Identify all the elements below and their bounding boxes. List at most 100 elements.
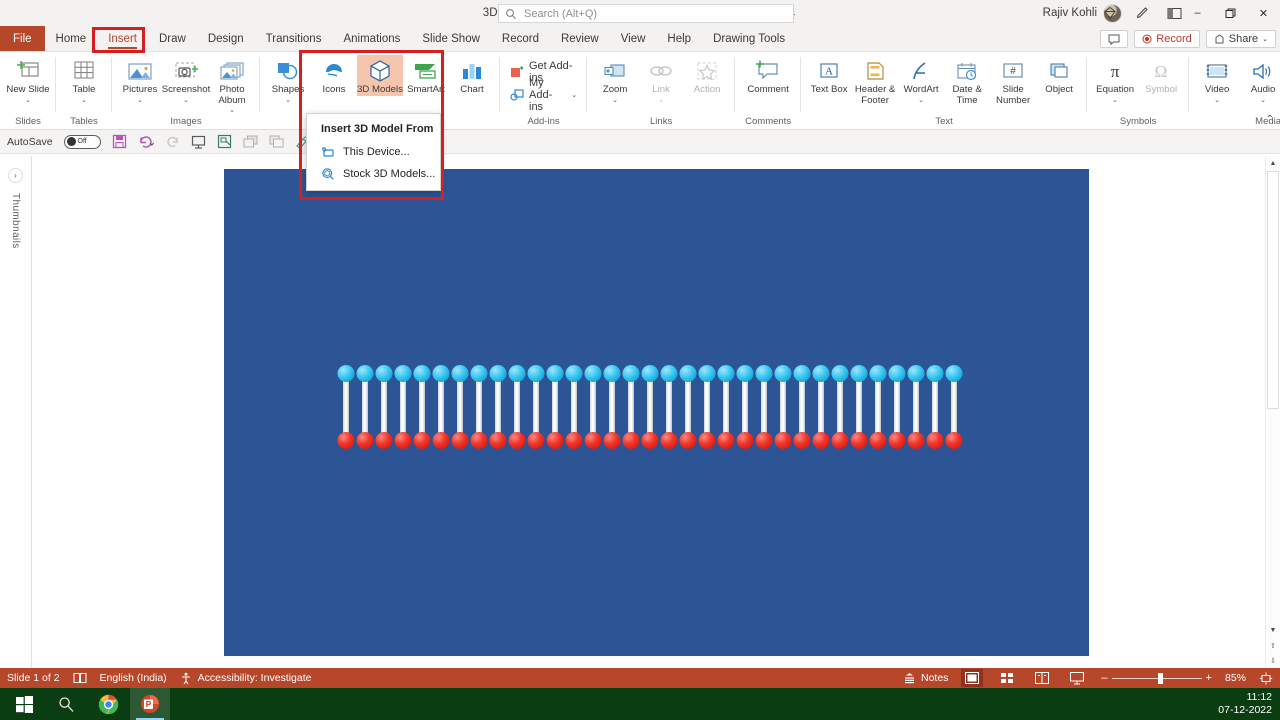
icons-button[interactable]: Icons xyxy=(311,55,357,96)
pen-icon[interactable] xyxy=(1135,6,1149,20)
diamond-icon[interactable] xyxy=(1103,6,1117,20)
photo-album-button[interactable]: Photo Album ⌄ xyxy=(209,55,255,114)
language-indicator[interactable]: English (India) xyxy=(100,672,167,684)
date-time-button[interactable]: Date & Time xyxy=(944,55,990,106)
start-from-current-slide-icon[interactable] xyxy=(217,134,232,149)
chevron-down-icon[interactable]: ⌄ xyxy=(1214,97,1220,104)
comment-button[interactable]: Comment xyxy=(740,55,796,96)
tab-insert[interactable]: Insert xyxy=(97,26,148,51)
zoom-level-label[interactable]: 85% xyxy=(1225,672,1246,684)
audio-button[interactable]: Audio ⌄ xyxy=(1240,55,1280,104)
previous-slide-button[interactable]: ⇧ xyxy=(1266,638,1280,653)
tab-record[interactable]: Record xyxy=(491,26,550,51)
notes-button[interactable]: Notes xyxy=(903,672,948,684)
chart-button[interactable]: Chart xyxy=(449,55,495,96)
chevron-down-icon[interactable]: ⌄ xyxy=(137,97,143,104)
table-button[interactable]: Table ⌄ xyxy=(61,55,107,104)
fit-slide-to-window-icon[interactable] xyxy=(1259,672,1273,685)
chevron-down-icon[interactable]: ⌄ xyxy=(918,97,924,104)
chevron-down-icon[interactable]: ⌄ xyxy=(1112,97,1118,104)
header-footer-button[interactable]: Header & Footer xyxy=(852,55,898,106)
chevron-down-icon[interactable]: ⌄ xyxy=(25,97,31,104)
duplicate-icon[interactable] xyxy=(243,135,258,149)
dropdown-item-this-device[interactable]: This Device... xyxy=(307,141,440,163)
equation-button[interactable]: π Equation ⌄ xyxy=(1092,55,1138,104)
chevron-down-icon[interactable]: ⌄ xyxy=(571,91,577,99)
spell-check-icon[interactable] xyxy=(73,672,87,684)
expand-thumbnails-button[interactable]: › xyxy=(8,168,23,183)
shapes-button[interactable]: Shapes ⌄ xyxy=(265,55,311,104)
link-button[interactable]: Link ⌄ xyxy=(638,55,684,104)
zoom-slider-knob[interactable] xyxy=(1157,672,1163,684)
chevron-down-icon[interactable]: ⌄ xyxy=(81,97,87,104)
chevron-down-icon[interactable]: ⌄ xyxy=(612,97,618,104)
chevron-down-icon[interactable]: ⌄ xyxy=(1260,97,1266,104)
zoom-in-button[interactable]: + xyxy=(1206,672,1212,684)
zoom-slider-track[interactable] xyxy=(1111,672,1202,684)
record-button[interactable]: Record xyxy=(1134,30,1200,48)
vertical-scrollbar[interactable]: ▲ ▼ ⇧ ⇩ xyxy=(1265,156,1280,668)
copy-icon[interactable] xyxy=(269,135,284,149)
new-slide-button[interactable]: New Slide ⌄ xyxy=(5,55,51,104)
zoom-out-button[interactable]: – xyxy=(1101,672,1107,684)
start-button[interactable] xyxy=(4,688,44,720)
chevron-down-icon[interactable]: ⌄ xyxy=(658,97,664,104)
action-button[interactable]: Action xyxy=(684,55,730,96)
ribbon-display-options-icon[interactable] xyxy=(1167,7,1182,20)
chevron-down-icon[interactable]: ⌄ xyxy=(183,97,189,104)
video-button[interactable]: Video ⌄ xyxy=(1194,55,1240,104)
redo-icon[interactable] xyxy=(166,135,180,149)
3d-models-button[interactable]: 3D Models xyxy=(357,55,403,96)
slide-number-button[interactable]: # Slide Number xyxy=(990,55,1036,106)
save-icon[interactable] xyxy=(112,134,127,149)
chrome-taskbar-icon[interactable] xyxy=(88,688,128,720)
tab-slide-show[interactable]: Slide Show xyxy=(411,26,491,51)
start-from-beginning-icon[interactable] xyxy=(191,135,206,149)
zoom-button[interactable]: Zoom ⌄ xyxy=(592,55,638,104)
maximize-button[interactable] xyxy=(1214,0,1247,26)
tab-review[interactable]: Review xyxy=(550,26,610,51)
tab-help[interactable]: Help xyxy=(656,26,702,51)
accessibility-status[interactable]: Accessibility: Investigate xyxy=(180,672,311,685)
object-button[interactable]: Object xyxy=(1036,55,1082,96)
tab-drawing-tools[interactable]: Drawing Tools xyxy=(702,26,796,51)
autosave-toggle[interactable]: Off xyxy=(63,134,101,149)
minimize-button[interactable]: – xyxy=(1181,0,1214,26)
taskbar-clock[interactable]: 11:12 07-12-2022 xyxy=(1218,688,1272,720)
next-slide-button[interactable]: ⇩ xyxy=(1266,653,1280,668)
chevron-down-icon[interactable]: ⌄ xyxy=(229,107,235,114)
text-box-button[interactable]: A Text Box xyxy=(806,55,852,96)
screenshot-button[interactable]: Screenshot ⌄ xyxy=(162,55,210,104)
pictures-button[interactable]: Pictures ⌄ xyxy=(117,55,163,104)
scroll-down-arrow[interactable]: ▼ xyxy=(1266,623,1280,638)
slide-show-button[interactable] xyxy=(1066,669,1088,687)
share-button[interactable]: Share ⌄ xyxy=(1205,30,1276,48)
scrollbar-thumb[interactable] xyxy=(1267,171,1279,409)
undo-icon[interactable] xyxy=(138,135,155,149)
tab-file[interactable]: File xyxy=(0,26,45,51)
tab-draw[interactable]: Draw xyxy=(148,26,197,51)
tab-home[interactable]: Home xyxy=(45,26,98,51)
tab-view[interactable]: View xyxy=(610,26,657,51)
tab-animations[interactable]: Animations xyxy=(332,26,411,51)
slide-canvas[interactable]: ▲ ▼ ⇧ ⇩ xyxy=(32,156,1280,668)
slide-sorter-view-button[interactable] xyxy=(996,669,1018,687)
powerpoint-taskbar-icon[interactable]: P xyxy=(130,688,170,720)
dropdown-item-stock-3d-models[interactable]: Stock 3D Models... xyxy=(307,163,440,185)
dna-illustration[interactable] xyxy=(337,365,964,449)
smartart-button[interactable]: SmartArt xyxy=(403,55,449,96)
normal-view-button[interactable] xyxy=(961,669,984,687)
my-addins-button[interactable]: My Add-ins ⌄ xyxy=(505,77,582,113)
comments-button[interactable] xyxy=(1100,30,1129,48)
close-button[interactable]: ✕ xyxy=(1247,0,1280,26)
search-input[interactable]: Search (Alt+Q) xyxy=(498,4,794,23)
tab-design[interactable]: Design xyxy=(197,26,255,51)
tab-transitions[interactable]: Transitions xyxy=(255,26,333,51)
slide-indicator[interactable]: Slide 1 of 2 xyxy=(7,672,60,684)
collapse-ribbon-button[interactable]: ⌃ xyxy=(1266,114,1274,125)
symbol-button[interactable]: Ω Symbol xyxy=(1138,55,1184,96)
zoom-slider[interactable]: – + xyxy=(1101,672,1212,684)
wordart-button[interactable]: WordArt ⌄ xyxy=(898,55,944,104)
slide-surface[interactable] xyxy=(223,169,1089,656)
chevron-down-icon[interactable]: ⌄ xyxy=(285,97,291,104)
